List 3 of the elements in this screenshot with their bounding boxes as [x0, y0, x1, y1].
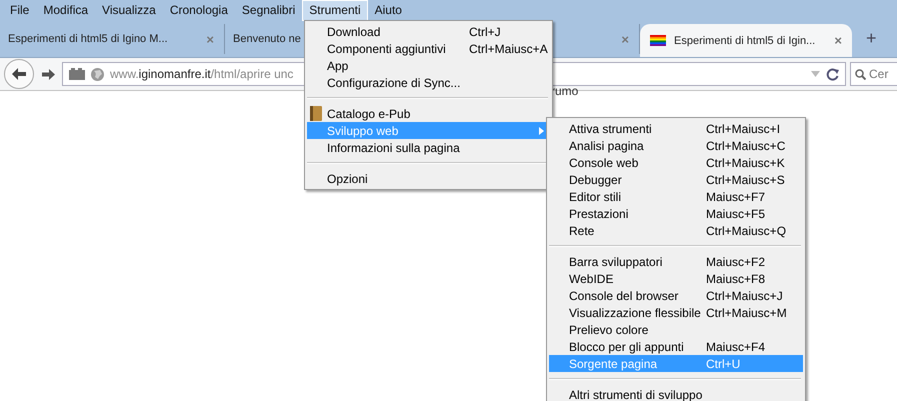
tab-title: Benvenuto ne	[233, 33, 302, 45]
tab-title: Esperimenti di html5 di Igin...	[674, 34, 816, 46]
tab-title: Esperimenti di html5 di Igino M...	[8, 33, 169, 45]
